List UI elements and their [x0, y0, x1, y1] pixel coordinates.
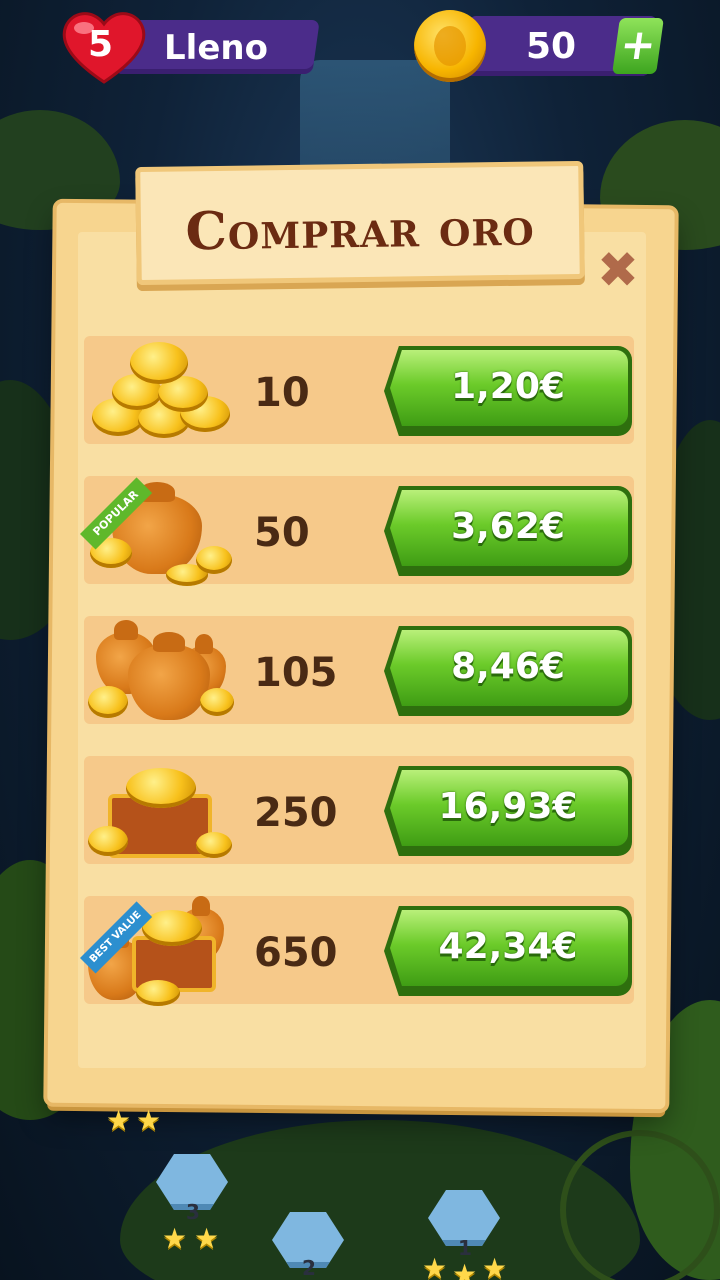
price-label: 16,93€ [438, 786, 578, 827]
gold-package-row: 10 1,20€ [84, 336, 634, 444]
buy-button[interactable]: 16,93€ [384, 766, 632, 856]
lives-status-label: Lleno [164, 28, 268, 68]
level-number: 3 [186, 1200, 200, 1224]
vine-decoration [560, 1130, 720, 1280]
gold-amount: 50 [526, 26, 577, 67]
level-number: 2 [302, 1256, 316, 1280]
buy-button[interactable]: 8,46€ [384, 626, 632, 716]
level-number: 1 [458, 1236, 472, 1260]
gold-quantity: 105 [254, 650, 338, 696]
gold-indicator: 50 + [414, 10, 664, 82]
price-label: 3,62€ [451, 506, 565, 547]
gold-quantity: 10 [254, 370, 310, 416]
star-icon: ★ [162, 1222, 188, 1255]
gold-bags-icon [86, 616, 234, 724]
buy-button[interactable]: 1,20€ [384, 346, 632, 436]
dialog-title: Comprar oro [185, 196, 536, 263]
gold-package-row: BEST VALUE 650 42,34€ [80, 896, 634, 1006]
gold-package-row: 105 8,46€ [84, 616, 634, 724]
star-icon: ★ [452, 1258, 478, 1280]
price-label: 42,34€ [438, 926, 578, 967]
star-icon: ★ [106, 1104, 132, 1137]
price-label: 1,20€ [451, 366, 565, 407]
gold-package-row: POPULAR 50 3,62€ [80, 476, 634, 586]
dialog-title-banner: Comprar oro [135, 160, 585, 286]
star-icon: ★ [482, 1252, 508, 1280]
heart-icon: 5 [58, 8, 150, 86]
buy-button[interactable]: 3,62€ [384, 486, 632, 576]
add-gold-button[interactable]: + [612, 18, 664, 74]
star-icon: ★ [194, 1222, 220, 1255]
star-icon: ★ [422, 1252, 448, 1280]
gold-package-row: 250 16,93€ [84, 756, 634, 864]
lives-count: 5 [88, 24, 114, 65]
coin-pile-icon [86, 336, 234, 444]
gold-quantity: 250 [254, 790, 338, 836]
star-icon: ★ [136, 1104, 162, 1137]
lives-indicator[interactable]: Lleno 5 [58, 12, 320, 84]
coin-icon [414, 10, 486, 82]
gold-quantity: 650 [254, 930, 338, 976]
close-button[interactable]: ✖ [596, 245, 640, 295]
treasure-chest-icon [86, 756, 234, 864]
buy-button[interactable]: 42,34€ [384, 906, 632, 996]
price-label: 8,46€ [451, 646, 565, 687]
gold-quantity: 50 [254, 510, 310, 556]
